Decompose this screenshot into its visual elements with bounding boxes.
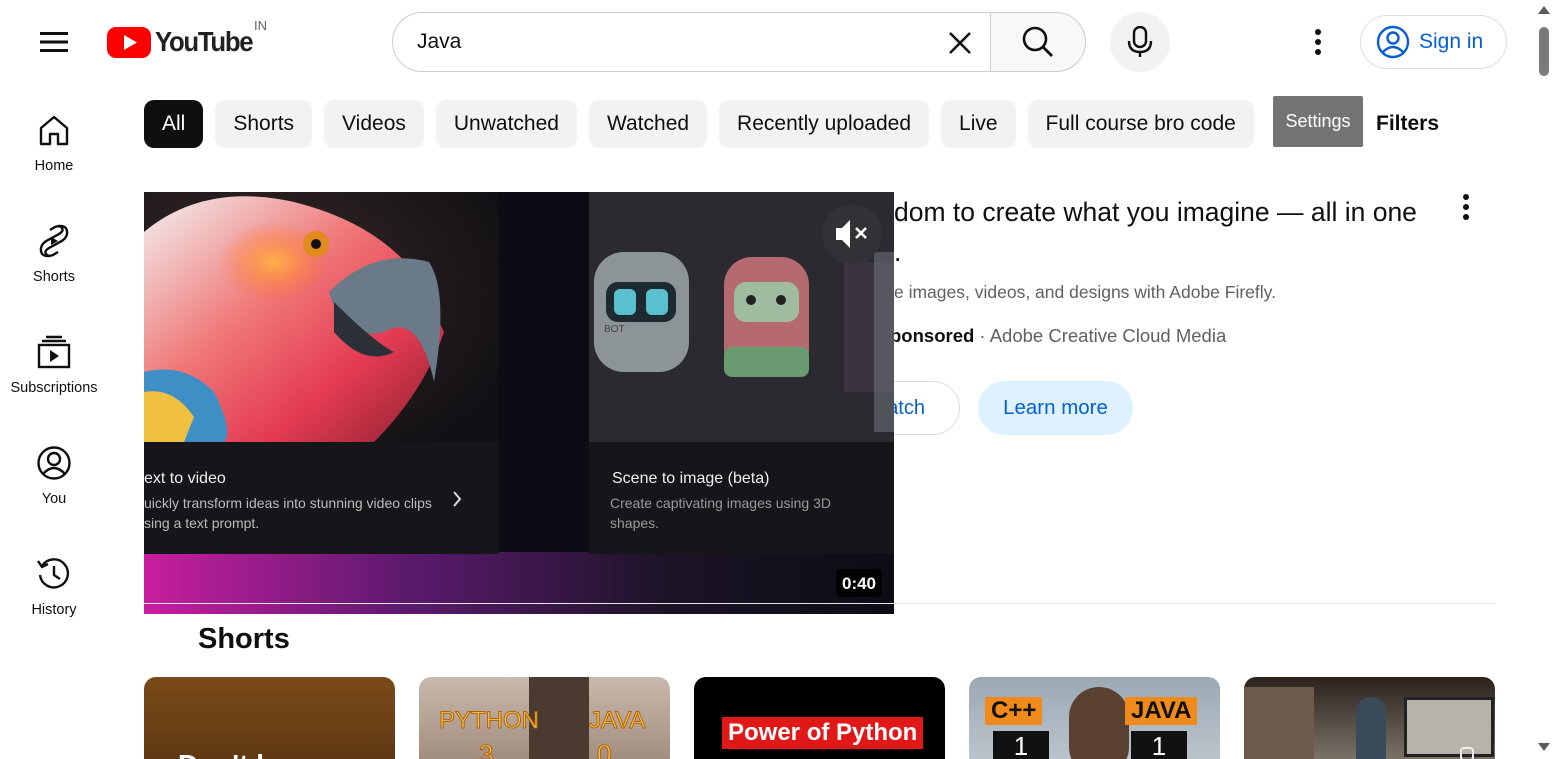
meta-separator: · [979, 325, 986, 346]
home-icon [39, 115, 69, 146]
card1-title: ext to video [144, 470, 226, 487]
ad-details: dom to create what you imagine — all in … [874, 192, 1434, 347]
chip-shorts[interactable]: Shorts [215, 100, 313, 148]
scroll-down-arrow-icon[interactable] [1538, 743, 1550, 751]
short-thumbnail[interactable]: PYTHON JAVA 3 0 [419, 677, 670, 759]
search-button[interactable] [990, 12, 1086, 72]
settings-button[interactable]: Settings [1273, 96, 1363, 147]
sign-in-label: Sign in [1419, 30, 1484, 53]
sign-in-button[interactable]: Sign in [1360, 15, 1507, 69]
chip-unwatched[interactable]: Unwatched [435, 100, 577, 148]
short-overlay-text: Power of Python [722, 717, 924, 749]
short-overlay-text: PYTHON [438, 707, 540, 735]
shorts-shelf-title: Shorts [198, 623, 290, 655]
ad-video-frame: BOT ext to video uickly transform ideas … [144, 192, 894, 614]
chip-recently-uploaded[interactable]: Recently uploaded [719, 100, 930, 148]
close-icon [949, 32, 971, 54]
sidebar-item-shorts[interactable]: Shorts [0, 211, 108, 311]
filter-chip-bar: All Shorts Videos Unwatched Watched Rece… [144, 100, 1266, 148]
card1-desc: sing a text prompt. [144, 515, 259, 531]
short-overlay-text: JAVA [1125, 697, 1198, 725]
hamburger-icon [40, 32, 68, 52]
youtube-logo[interactable]: YouTube IN [107, 18, 267, 60]
scroll-up-arrow-icon[interactable] [1538, 6, 1550, 14]
search-input[interactable] [417, 30, 917, 54]
ad-more-button[interactable] [1446, 190, 1486, 224]
section-divider [144, 603, 1495, 604]
search-icon [1022, 26, 1053, 57]
sponsored-label: ponsored [890, 325, 975, 346]
voice-search-button[interactable] [1110, 12, 1170, 72]
account-circle-icon [1376, 25, 1410, 59]
sidebar-item-home[interactable]: Home [0, 100, 108, 200]
region-code: IN [254, 18, 267, 33]
microphone-icon [1127, 26, 1153, 57]
learn-more-button[interactable]: Learn more [978, 381, 1133, 435]
chip-live[interactable]: Live [941, 100, 1016, 148]
ad-video-player[interactable]: BOT ext to video uickly transform ideas … [144, 192, 894, 614]
card2-desc: shapes. [610, 515, 659, 531]
ad-title-line: . [894, 237, 902, 267]
logo-wordmark: YouTube [155, 26, 254, 57]
short-thumbnail[interactable]: C++ JAVA 1 1 [969, 677, 1220, 759]
short-thumbnail[interactable] [1244, 677, 1495, 759]
more-vert-icon [1463, 194, 1469, 220]
chip-watched[interactable]: Watched [588, 100, 708, 148]
search-box [392, 12, 992, 72]
sidebar-item-label: History [31, 602, 77, 618]
sidebar-item-label: Subscriptions [10, 380, 98, 396]
clear-search-button[interactable] [938, 21, 982, 65]
short-overlay-text: 1 [993, 731, 1049, 759]
sidebar-item-label: You [41, 491, 67, 507]
short-thumbnail[interactable]: Don't l [144, 677, 395, 759]
ad-description: e images, videos, and designs with Adobe… [894, 282, 1276, 302]
card1-desc: uickly transform ideas into stunning vid… [144, 495, 432, 511]
short-overlay-text: C++ [985, 697, 1043, 725]
short-overlay-text: JAVA [588, 707, 646, 735]
video-duration: 0:40 [842, 574, 876, 593]
youtube-search-page: YouTube IN Sign in Home Shorts Subscript… [0, 0, 1554, 759]
ad-title-line: dom to create what you imagine — all in … [894, 197, 1417, 227]
subscriptions-icon [37, 335, 71, 369]
camera-icon [1460, 747, 1474, 759]
short-overlay-text: 0 [596, 739, 612, 759]
history-icon [37, 558, 70, 589]
advertiser-name[interactable]: Adobe Creative Cloud Media [990, 325, 1227, 346]
page-scrollbar[interactable] [1534, 0, 1554, 759]
sidebar-item-label: Home [34, 158, 74, 174]
chip-videos[interactable]: Videos [324, 100, 424, 148]
menu-button[interactable] [30, 18, 78, 66]
short-overlay-text: 3 [478, 739, 494, 759]
youtube-play-icon [107, 26, 151, 58]
mute-button[interactable] [822, 204, 882, 264]
account-icon [37, 446, 71, 480]
filters-button[interactable]: Filters [1376, 112, 1439, 136]
more-vert-icon [1315, 29, 1321, 55]
settings-more-button[interactable] [1296, 20, 1340, 64]
ad-meta: ponsored · Adobe Creative Cloud Media [874, 325, 1434, 347]
short-overlay-text: 1 [1131, 731, 1187, 759]
robot-tag: BOT [604, 324, 625, 335]
card2-title: Scene to image (beta) [612, 470, 769, 487]
sidebar-item-subscriptions[interactable]: Subscriptions [0, 322, 108, 422]
sidebar-item-label: Shorts [33, 269, 75, 285]
short-thumbnail[interactable]: Power of Python [694, 677, 945, 759]
shorts-icon [39, 224, 69, 258]
short-overlay-text: Don't l [178, 749, 264, 759]
chip-full-course-bro-code[interactable]: Full course bro code [1027, 100, 1254, 148]
chip-all[interactable]: All [144, 100, 204, 148]
sidebar-item-you[interactable]: You [0, 433, 108, 533]
card2-desc: Create captivating images using 3D [610, 495, 831, 511]
sidebar-item-history[interactable]: History [0, 544, 108, 644]
scroll-thumb[interactable] [1539, 27, 1549, 76]
ad-title[interactable]: dom to create what you imagine — all in … [874, 192, 1434, 272]
